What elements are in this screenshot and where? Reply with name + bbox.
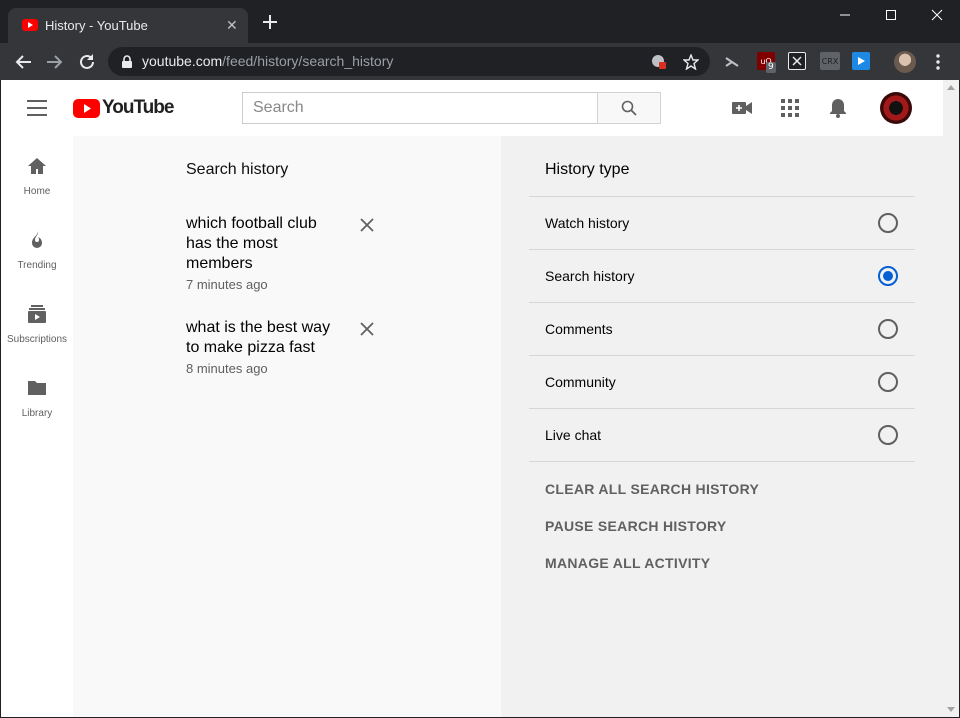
notifications-bell-icon[interactable] xyxy=(826,96,850,120)
youtube-page: YouTube Home xyxy=(1,80,943,717)
search-time: 8 minutes ago xyxy=(186,361,268,376)
close-box-extension-icon[interactable] xyxy=(788,52,806,70)
option-label: Comments xyxy=(545,321,613,337)
history-type-option-comments[interactable]: Comments xyxy=(529,303,915,356)
clear-all-search-history-button[interactable]: CLEAR ALL SEARCH HISTORY xyxy=(545,481,759,497)
create-video-icon[interactable] xyxy=(730,96,754,120)
radio-button[interactable] xyxy=(878,319,898,339)
apps-grid-icon[interactable] xyxy=(778,96,802,120)
reload-icon[interactable] xyxy=(77,52,97,72)
scroll-down-arrow-icon[interactable] xyxy=(943,703,959,715)
search-button[interactable] xyxy=(597,92,661,124)
scroll-up-arrow-icon[interactable] xyxy=(943,82,959,94)
tab-title: History - YouTube xyxy=(45,18,148,33)
option-label: Search history xyxy=(545,268,635,284)
address-bar[interactable]: youtube.com/feed/history/search_history xyxy=(108,47,710,76)
remove-entry-close-icon[interactable] xyxy=(359,321,375,337)
guide-item-home[interactable]: Home xyxy=(1,136,73,210)
history-type-panel: History type Watch history Search histor… xyxy=(501,136,943,717)
bookmark-star-icon[interactable] xyxy=(682,53,700,71)
youtube-favicon-icon xyxy=(22,19,38,31)
search-box xyxy=(242,92,597,124)
maximize-window-icon[interactable] xyxy=(868,0,914,30)
search-icon xyxy=(621,100,637,116)
ublock-badge: 9 xyxy=(766,62,776,73)
ublock-origin-icon[interactable]: uO 9 xyxy=(757,52,776,73)
history-type-option-live-chat[interactable]: Live chat xyxy=(529,409,915,462)
search-input[interactable] xyxy=(243,93,597,123)
browser-menu-icon[interactable] xyxy=(928,52,948,72)
guide-sidebar: Home Trending Subscriptions Library xyxy=(1,136,73,717)
home-icon xyxy=(28,158,46,174)
option-label: Live chat xyxy=(545,427,602,443)
guide-label-subscriptions: Subscriptions xyxy=(6,334,68,345)
radio-button[interactable] xyxy=(878,213,898,233)
subscriptions-icon xyxy=(28,305,46,323)
search-history-entry: what is the best way to make pizza fast … xyxy=(186,318,446,376)
logo-text: YouTube xyxy=(102,97,174,118)
browser-profile-avatar[interactable] xyxy=(894,51,916,73)
scissors-extension-icon[interactable] xyxy=(722,52,742,72)
search-history-title: Search history xyxy=(186,161,289,178)
history-type-option-search[interactable]: Search history xyxy=(529,250,915,303)
forward-arrow-icon[interactable] xyxy=(45,52,65,72)
guide-label-home: Home xyxy=(23,186,51,197)
remove-entry-close-icon[interactable] xyxy=(359,217,375,233)
browser-toolbar: youtube.com/feed/history/search_history … xyxy=(0,43,960,80)
radio-button[interactable] xyxy=(878,372,898,392)
library-folder-icon xyxy=(28,381,46,395)
lock-icon xyxy=(122,55,132,68)
browser-tab[interactable]: History - YouTube ✕ xyxy=(8,8,248,43)
radio-button[interactable] xyxy=(878,425,898,445)
browser-tab-strip: History - YouTube ✕ xyxy=(0,0,960,43)
guide-item-subscriptions[interactable]: Subscriptions xyxy=(1,284,73,358)
close-window-icon[interactable] xyxy=(914,0,960,30)
option-label: Community xyxy=(545,374,616,390)
youtube-logo[interactable]: YouTube xyxy=(73,97,174,119)
back-arrow-icon[interactable] xyxy=(13,52,33,72)
search-history-entry: which football club has the most members… xyxy=(186,214,446,292)
tab-close-icon[interactable]: ✕ xyxy=(226,17,238,33)
divider xyxy=(529,461,915,462)
guide-item-trending[interactable]: Trending xyxy=(1,210,73,284)
page-scrollbar[interactable] xyxy=(943,80,959,717)
radio-button-selected[interactable] xyxy=(878,266,898,286)
search-history-section: Search history which football club has t… xyxy=(73,136,501,717)
search-query[interactable]: what is the best way to make pizza fast xyxy=(186,318,341,358)
new-tab-plus-icon[interactable] xyxy=(261,13,279,31)
site-permissions-icon[interactable] xyxy=(650,53,668,71)
history-type-option-community[interactable]: Community xyxy=(529,356,915,409)
guide-menu-icon[interactable] xyxy=(27,100,47,116)
url-text: youtube.com/feed/history/search_history xyxy=(142,53,394,69)
history-type-option-watch[interactable]: Watch history xyxy=(529,197,915,250)
search-time: 7 minutes ago xyxy=(186,277,268,292)
user-avatar[interactable] xyxy=(880,92,912,124)
guide-label-trending: Trending xyxy=(17,260,57,271)
video-extension-icon[interactable] xyxy=(852,52,870,70)
minimize-window-icon[interactable] xyxy=(822,0,868,30)
guide-label-library: Library xyxy=(21,408,53,419)
option-label: Watch history xyxy=(545,215,630,231)
guide-item-library[interactable]: Library xyxy=(1,358,73,432)
manage-all-activity-button[interactable]: MANAGE ALL ACTIVITY xyxy=(545,555,710,571)
crx-extension-icon[interactable]: CRX xyxy=(820,52,840,70)
history-type-title: History type xyxy=(545,161,630,178)
trending-flame-icon xyxy=(32,231,42,248)
search-query[interactable]: which football club has the most members xyxy=(186,214,341,274)
masthead: YouTube xyxy=(1,80,943,136)
pause-search-history-button[interactable]: PAUSE SEARCH HISTORY xyxy=(545,518,727,534)
youtube-play-logo-icon xyxy=(73,98,100,118)
